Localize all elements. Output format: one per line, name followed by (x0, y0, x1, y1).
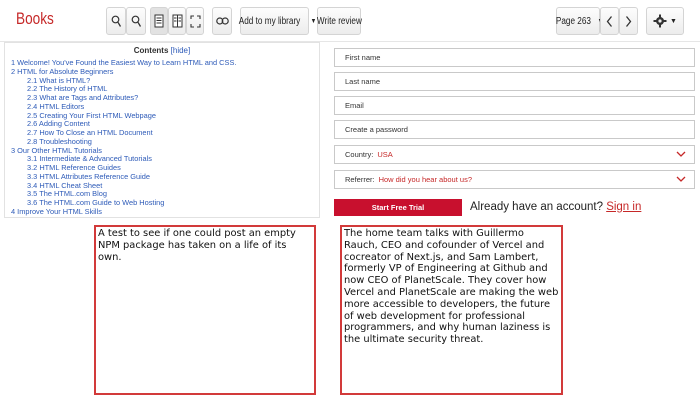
fullscreen-icon (189, 14, 201, 28)
password-field[interactable]: Create a password (334, 120, 695, 139)
toc-title: Contents (133, 46, 169, 55)
gear-icon (653, 14, 667, 28)
textbox-right[interactable]: The home team talks with Guillermo Rauch… (340, 225, 563, 395)
signin-link[interactable]: Sign in (606, 201, 641, 213)
referrer-select[interactable]: Referrer: How did you hear about us? (334, 170, 695, 189)
toc-item[interactable]: 4 Improve Your HTML Skills (5, 207, 319, 217)
toc-hide-link[interactable]: [hide] (171, 46, 191, 55)
email-placeholder: Email (345, 101, 364, 110)
chevron-down-icon (676, 151, 686, 157)
two-page-icon (172, 14, 182, 28)
first-name-field[interactable]: First name (334, 48, 695, 67)
previous-page-button[interactable] (600, 7, 619, 35)
account-prompt-text: Already have an account? (470, 201, 603, 213)
add-to-library-label: Add to my library (238, 15, 301, 27)
add-to-library-button[interactable]: Add to my library ▼ (238, 7, 316, 35)
settings-button[interactable]: ▼ (646, 7, 684, 35)
page-select[interactable]: Page 263▼ (555, 7, 604, 35)
zoom-out-button[interactable] (106, 7, 126, 35)
chevron-down-icon (676, 176, 686, 182)
chevron-left-icon (606, 15, 613, 27)
brand-logo[interactable]: Books (16, 9, 54, 29)
two-page-view-button[interactable] (168, 7, 186, 35)
page-label: Page 263 (555, 15, 591, 27)
email-field[interactable]: Email (334, 96, 695, 115)
toc-heading: Contents [hide] (5, 45, 319, 56)
chevron-right-icon (625, 15, 632, 27)
last-name-placeholder: Last name (345, 77, 381, 86)
write-review-button[interactable]: Write review (317, 7, 361, 35)
page-icon (154, 14, 164, 28)
single-page-view-button[interactable] (150, 7, 168, 35)
country-select[interactable]: Country: USA (334, 145, 695, 164)
zoom-in-icon (131, 15, 141, 27)
referrer-value: How did you hear about us? (378, 175, 472, 184)
caret-down-icon: ▼ (670, 17, 677, 25)
last-name-field[interactable]: Last name (334, 72, 695, 91)
zoom-in-button[interactable] (126, 7, 146, 35)
first-name-placeholder: First name (345, 53, 381, 62)
table-of-contents: Contents [hide] 1 Welcome! You've Found … (4, 42, 320, 218)
write-review-label: Write review (316, 15, 362, 27)
fullscreen-button[interactable] (186, 7, 204, 35)
password-placeholder: Create a password (345, 125, 408, 134)
next-page-button[interactable] (619, 7, 638, 35)
caret-down-icon: ▼ (310, 17, 317, 25)
start-free-trial-button[interactable]: Start Free Trial (334, 199, 462, 216)
textbox-left[interactable]: A test to see if one could post an empty… (94, 225, 316, 395)
link-button[interactable] (212, 7, 232, 35)
zoom-out-icon (111, 15, 121, 27)
signin-prompt: Already have an account? Sign in (470, 199, 641, 216)
country-value: USA (377, 150, 393, 159)
toc-list: 1 Welcome! You've Found the Easiest Way … (5, 58, 319, 217)
link-icon (215, 17, 229, 25)
referrer-label: Referrer: (345, 175, 375, 184)
country-label: Country: (345, 150, 374, 159)
toolbar: Books Add to my library ▼ Write review Pa… (0, 0, 700, 42)
